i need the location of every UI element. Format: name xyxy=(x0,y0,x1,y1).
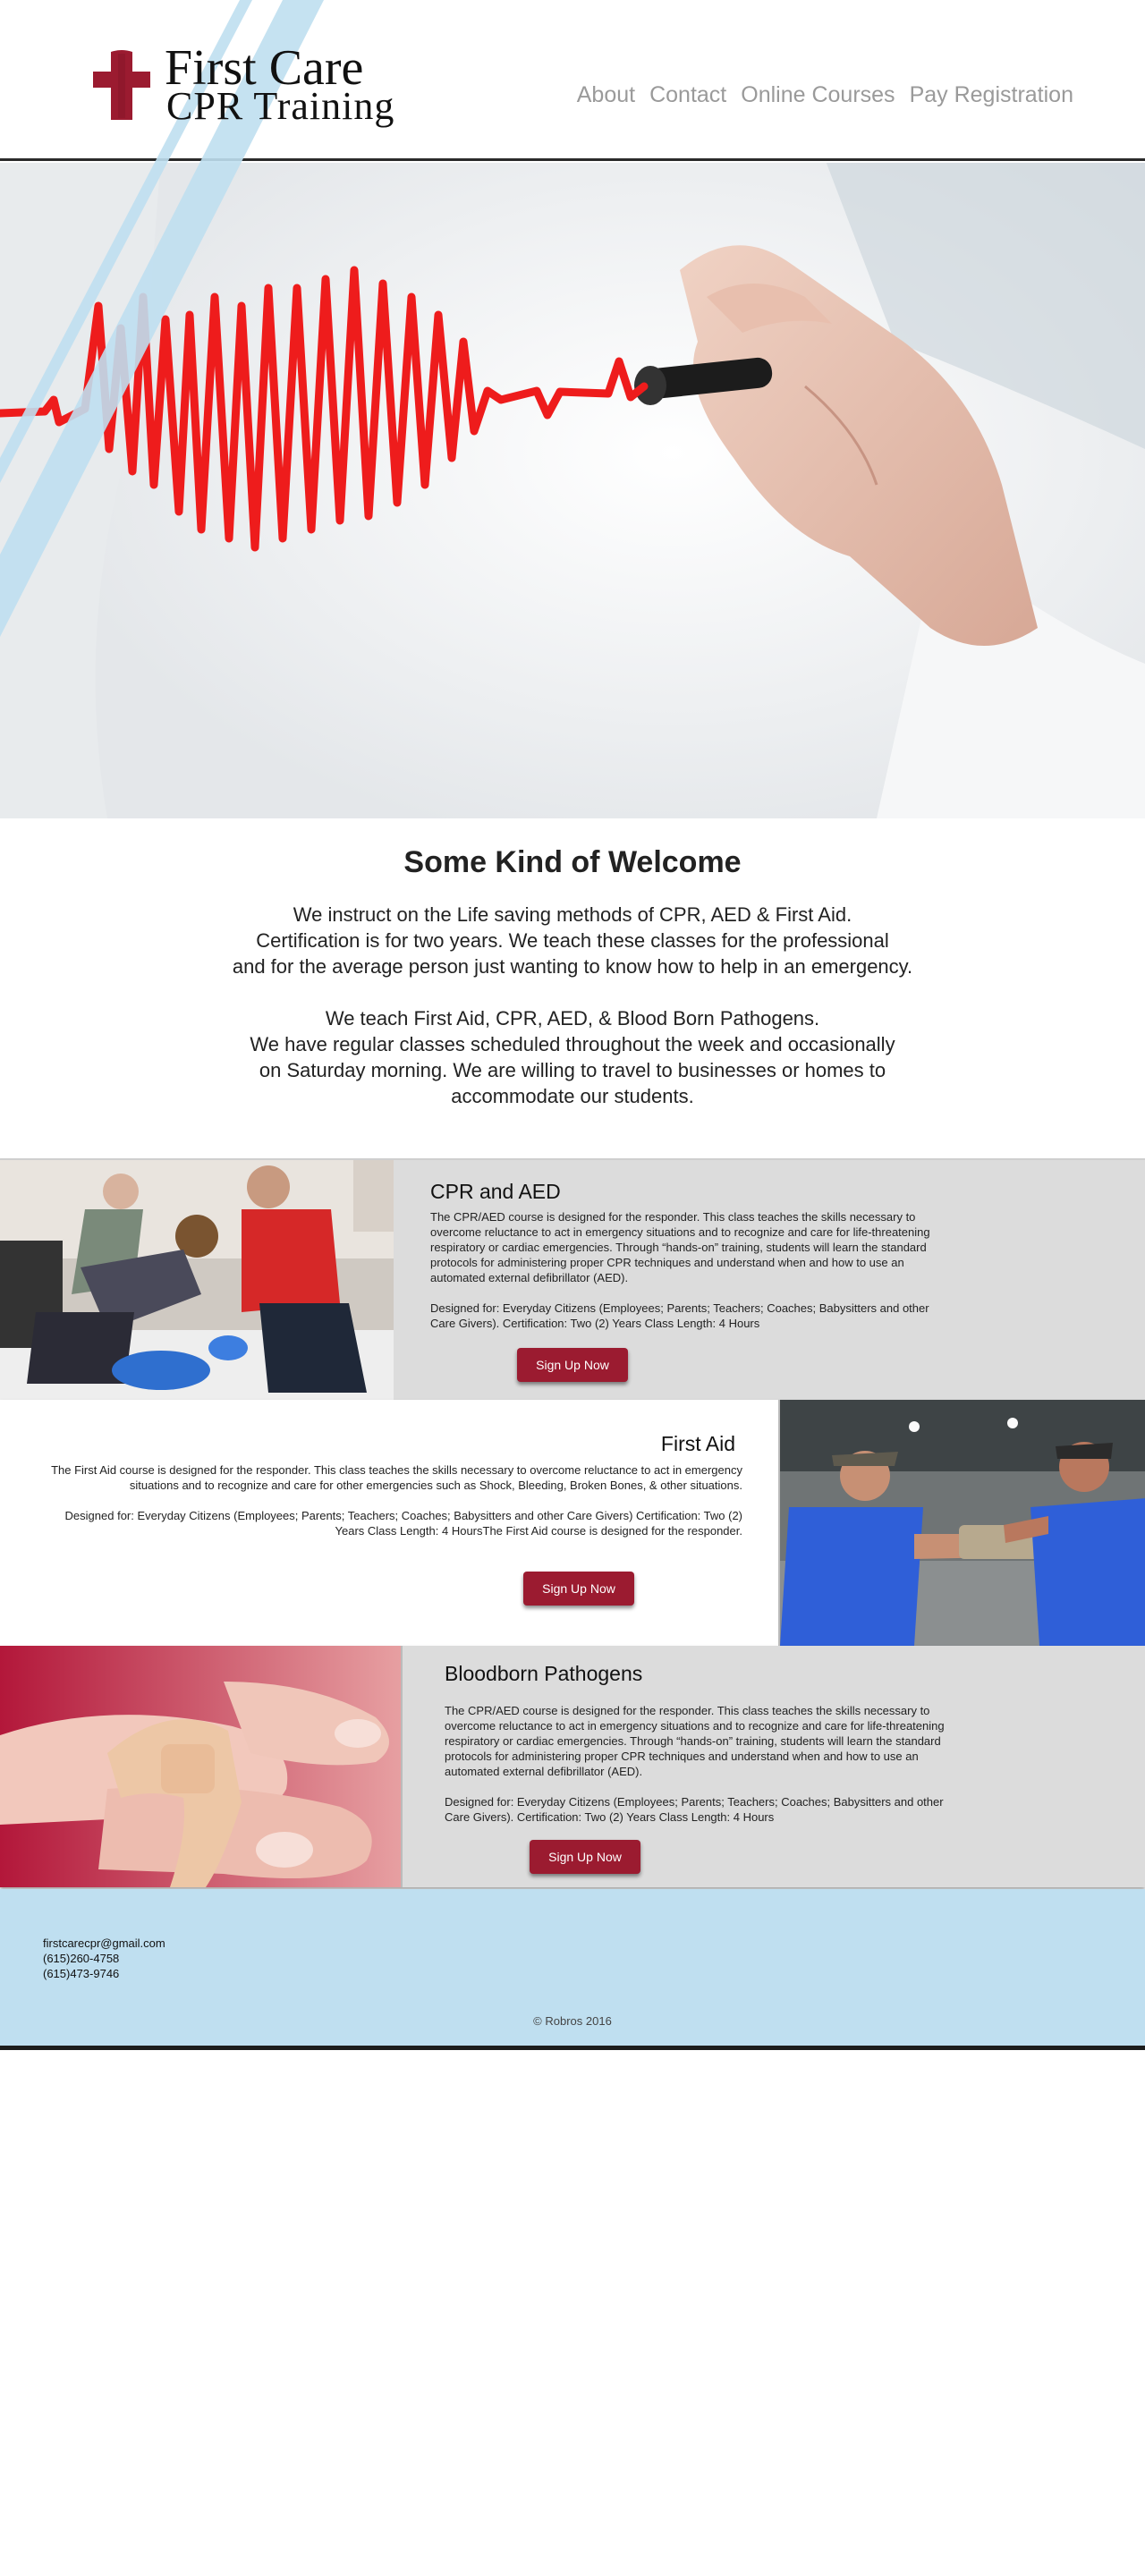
course-title: First Aid xyxy=(660,1432,735,1455)
welcome-paragraph-2: We teach First Aid, CPR, AED, & Blood Bo… xyxy=(0,1005,1145,1109)
course-title: Bloodborn Pathogens xyxy=(445,1662,643,1685)
hero-image xyxy=(0,163,1145,818)
footer-email[interactable]: firstcarecpr@gmail.com xyxy=(43,1936,165,1951)
nav-online-courses[interactable]: Online Courses xyxy=(741,82,895,108)
contact-info: firstcarecpr@gmail.com (615)260-4758 (61… xyxy=(43,1936,165,1981)
bloodborn-sign-up-button[interactable]: Sign Up Now xyxy=(530,1840,640,1874)
first-aid-sign-up-button[interactable]: Sign Up Now xyxy=(523,1572,634,1606)
welcome-line: We have regular classes scheduled throug… xyxy=(250,1033,895,1055)
first-aid-photo xyxy=(778,1400,1145,1646)
site-footer: firstcarecpr@gmail.com (615)260-4758 (61… xyxy=(0,1889,1145,2050)
course-details-text: Designed for: Everyday Citizens (Employe… xyxy=(430,1301,929,1330)
site-logo[interactable]: First Care CPR Training xyxy=(91,41,467,131)
logo-text-line2: CPR Training xyxy=(166,84,395,128)
footer-phone-2[interactable]: (615)473-9746 xyxy=(43,1966,165,1981)
course-first-aid: First Aid The First Aid course is design… xyxy=(0,1400,1145,1646)
course-cpr-aed: CPR and AED The CPR/AED course is design… xyxy=(0,1158,1145,1400)
welcome-line: We instruct on the Life saving methods o… xyxy=(293,903,852,926)
course-description-text: The CPR/AED course is designed for the r… xyxy=(445,1704,945,1778)
welcome-section: Some Kind of Welcome We instruct on the … xyxy=(0,818,1145,1158)
course-description: The CPR/AED course is designed for the r… xyxy=(430,1209,949,1331)
footer-phone-1[interactable]: (615)260-4758 xyxy=(43,1951,165,1966)
welcome-line: We teach First Aid, CPR, AED, & Blood Bo… xyxy=(325,1007,820,1030)
welcome-line: Certification is for two years. We teach… xyxy=(256,929,889,952)
welcome-line: accommodate our students. xyxy=(451,1085,694,1107)
hero-illustration xyxy=(0,163,1145,818)
course-description-text: The First Aid course is designed for the… xyxy=(51,1463,742,1492)
cpr-aed-sign-up-button[interactable]: Sign Up Now xyxy=(517,1348,628,1382)
site-header: First Care CPR Training About Contact On… xyxy=(0,0,1145,161)
course-details-text: Designed for: Everyday Citizens (Employe… xyxy=(445,1795,944,1824)
course-bloodborn-pathogens: Bloodborn Pathogens The CPR/AED course i… xyxy=(0,1646,1145,1887)
course-description-text: The CPR/AED course is designed for the r… xyxy=(430,1210,930,1284)
nav-pay-registration[interactable]: Pay Registration xyxy=(910,82,1073,108)
welcome-title: Some Kind of Welcome xyxy=(403,845,742,879)
welcome-paragraph-1: We instruct on the Life saving methods o… xyxy=(0,902,1145,979)
nav-contact[interactable]: Contact xyxy=(649,82,726,108)
bandage-photo xyxy=(0,1646,403,1887)
copyright: © Robros 2016 xyxy=(533,2014,612,2028)
course-description: The CPR/AED course is designed for the r… xyxy=(445,1703,963,1825)
cross-logo-icon xyxy=(93,50,150,120)
course-description: The First Aid course is designed for the… xyxy=(36,1462,742,1538)
course-details-text: Designed for: Everyday Citizens (Employe… xyxy=(64,1509,742,1538)
main-nav: About Contact Online Courses Pay Registr… xyxy=(577,82,1073,108)
nav-about[interactable]: About xyxy=(577,82,635,108)
cpr-training-photo xyxy=(0,1160,394,1400)
welcome-line: and for the average person just wanting … xyxy=(232,955,913,978)
welcome-line: on Saturday morning. We are willing to t… xyxy=(259,1059,886,1081)
course-title: CPR and AED xyxy=(430,1180,561,1203)
